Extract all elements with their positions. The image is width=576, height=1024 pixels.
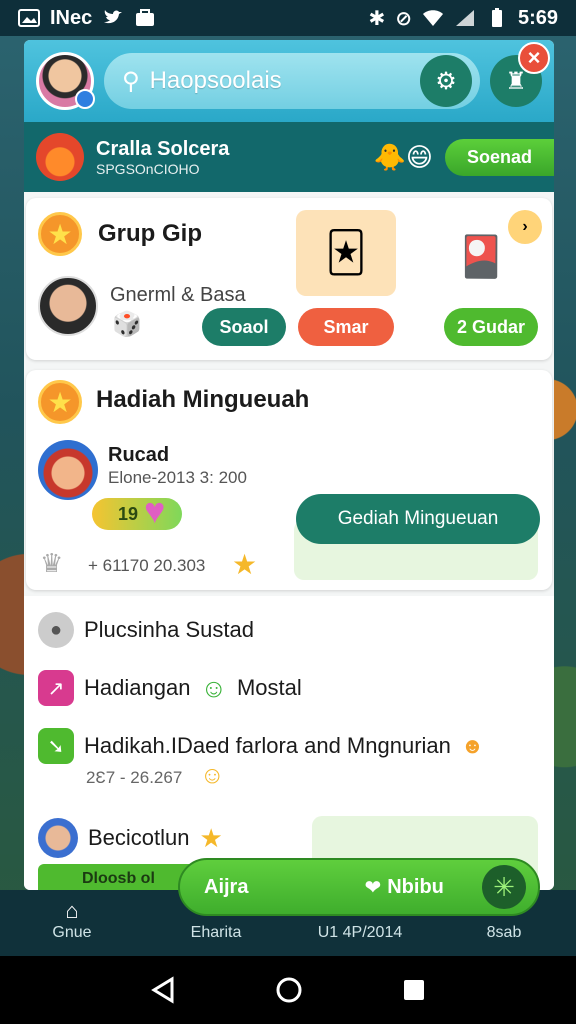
list-item[interactable]: ➘ Hadikah.IDaed farlora and Mngnurian ☻ [38,728,484,764]
arrow-icon: ➘ [38,728,74,764]
search-bar[interactable]: ⚲ Haopsoolais ⚙ [104,53,480,109]
twitter-icon [104,10,123,24]
close-button[interactable]: × [518,42,550,74]
facebook-badge-icon [75,89,95,109]
gear-icon: ⚙ [435,67,457,95]
briefcase-icon [136,9,155,26]
nav-tab-label: Eharita [190,924,242,941]
weekly-reward-card: ★ Hadiah Mingueuah Rucad Elone-2013 3: 2… [26,370,552,590]
list-item-subtitle: 2Ɛ7 - 26.267 [86,768,183,787]
player-avatar[interactable] [38,440,98,500]
badge-icon: ● [38,612,74,648]
smile-icon: ☺ [200,672,227,703]
no-signal-icon: ⊘ [395,7,412,30]
level-value: 19 [118,503,139,524]
crown-icon: ♛ [40,548,64,578]
level-badge: 19 [92,498,182,530]
star-icon: ★ [199,822,223,853]
bluetooth-icon: ✱ [368,7,386,30]
bowl-icon [36,133,84,181]
banner-title: Cralla Solcera [96,137,230,160]
next-arrow-button[interactable]: › [508,210,542,244]
wifi-icon [422,10,443,26]
smar-button[interactable]: Smar [298,308,394,346]
list-item[interactable]: ● Plucsinha Sustad [38,612,254,648]
nav-tab-label: Gnue [52,924,92,941]
star-icon: ★ [38,380,82,424]
banner-button[interactable]: Soenad [444,138,554,176]
member-avatar[interactable] [38,276,98,336]
star-icon: ★ [38,212,82,256]
chat-icon: ❤ [364,876,382,899]
gudar-button[interactable]: 2 Gudar [444,308,538,346]
top-bar: ⚲ Haopsoolais ⚙ ♜ [24,40,554,122]
weekly-cta-button[interactable]: Gediah Mingueuan [296,494,540,544]
status-bar: INec ✱ ⊘ 5:69 [0,0,576,36]
coin-star-icon: ★ [232,549,258,580]
nav-tab-4[interactable]: 8sab [432,924,576,942]
coin-icon: ☺ [200,762,225,789]
back-icon[interactable] [150,976,176,1004]
asterisk-icon: ✳ [493,871,515,902]
floating-left-button[interactable]: Aijra [204,876,248,899]
weekly-title: Hadiah Mingueuah [96,386,310,413]
cards-illustration: 🃏 [296,210,396,296]
cell-signal-icon [455,10,474,26]
player-name: Rucad [108,444,170,466]
floating-action-bar: Aijra ❤ Nbibu ✳ [178,858,540,916]
settings-button[interactable]: ⚙ [420,55,472,107]
list-item-label: Dloosb ol [82,870,155,887]
floating-fab-button[interactable]: ✳ [482,865,526,909]
status-app-label: INec [50,6,93,29]
list-item-label: Plucsinha Sustad [84,617,254,642]
stats-text: + 61170 20.303 [88,556,206,575]
main-panel: ⚲ Haopsoolais ⚙ ♜ Cralla Solcera SPGSOnC… [24,40,554,890]
user-avatar[interactable] [36,52,95,110]
nav-tab-label: U1 4P/2014 [317,924,403,941]
home-icon: ⌂ [65,898,79,923]
list-item[interactable]: ↗ Hadiangan ☺ Mostal [38,670,302,706]
list-item[interactable]: Becicotlun ★ [38,818,223,858]
nav-tab-home[interactable]: ⌂ Gnue [0,898,144,942]
friend-avatar [38,818,78,858]
activity-list: ● Plucsinha Sustad ↗ Hadiangan ☺ Mostal … [24,596,554,890]
list-item-label: Hadikah.IDaed farlora and Mngnurian [84,733,451,758]
search-icon: ⚲ [122,67,140,95]
list-item-label: Becicotlun [88,825,190,850]
list-item-label: Hadiangan [84,675,191,700]
mask-icon: ☻ [460,733,485,758]
player-subtitle: Elone-2013 3: 200 [108,468,247,487]
group-card: ★ Grup Gip Gnerml & Basa 🎲 🃏 🎴 › Soaol S… [26,198,552,360]
nav-tab-2[interactable]: Eharita [144,924,288,942]
dice-icon: 🎲 [112,311,142,338]
trend-icon: ↗ [38,670,74,706]
recents-icon[interactable] [402,978,426,1002]
soaol-button[interactable]: Soaol [202,308,286,346]
nav-tab-label: 8sab [486,924,522,941]
status-time: 5:69 [517,6,558,29]
member-text: Gnerml & Basa [110,284,246,306]
floating-mid-button[interactable]: Nbibu [387,876,444,899]
close-icon: × [527,45,541,70]
system-nav-bar [0,956,576,1024]
image-icon [18,9,40,27]
event-banner: Cralla Solcera SPGSOnCIOHO 🐥😄 Soenad [24,122,554,192]
home-circle-icon[interactable] [275,976,303,1004]
group-title: Grup Gip [98,220,202,247]
battery-icon [491,8,502,27]
nav-tab-3[interactable]: U1 4P/2014 [288,924,432,942]
list-item-label: Mostal [236,675,302,700]
banner-subtitle: SPGSOnCIOHO [96,160,200,177]
search-input[interactable]: Haopsoolais [150,67,410,95]
heart-icon: ♥ [144,490,166,531]
emoji-stickers-icon: 🐥😄 [373,141,433,172]
